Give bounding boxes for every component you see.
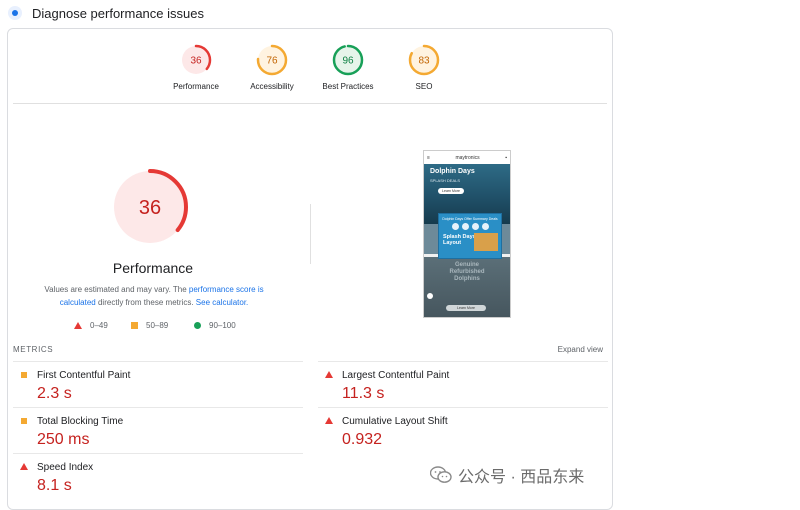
screenshot-topbar: ≡ maytronics ▪: [424, 151, 510, 164]
desc-text: Values are estimated and may vary. The: [44, 285, 189, 294]
see-calculator-link[interactable]: See calculator.: [196, 298, 248, 307]
metric-value: 2.3 s: [37, 385, 72, 402]
score-gauge-seo[interactable]: 83 SEO: [384, 44, 464, 91]
metric-speed-index: Speed Index 8.1 s: [13, 453, 303, 499]
circle-icon: [194, 322, 201, 329]
vertical-divider: [310, 204, 311, 264]
metric-name: Total Blocking Time: [37, 416, 124, 427]
score-label: Best Practices: [322, 82, 374, 91]
metric-value: 250 ms: [37, 431, 90, 448]
lighthouse-icon: [8, 6, 22, 20]
watermark-text: 公众号 · 西品东来: [458, 469, 585, 486]
cart-icon: ▪: [505, 154, 507, 161]
legend-poor: 0–49: [74, 321, 108, 330]
score-gauge-performance[interactable]: 36 Performance: [156, 44, 236, 91]
screenshot-bottom: Genuine Refurbished Dolphins Learn More: [424, 257, 510, 317]
score-gauge-accessibility[interactable]: 76 Accessibility: [232, 44, 312, 91]
report-card: 36 Performance 76 Accessibility 96 Best …: [7, 28, 613, 510]
gauge-ring: 96: [332, 44, 364, 76]
triangle-icon: [325, 417, 333, 424]
svg-text:96: 96: [342, 56, 354, 67]
performance-big-gauge: 36: [112, 169, 188, 245]
metric-total-blocking-time: Total Blocking Time 250 ms: [13, 407, 303, 453]
gauge-ring: 76: [256, 44, 288, 76]
bottom-text: Genuine Refurbished Dolphins: [449, 262, 485, 282]
divider: [13, 103, 607, 104]
wechat-icon: [430, 466, 452, 483]
metric-name: First Contentful Paint: [37, 370, 131, 381]
performance-heading: Performance: [112, 260, 194, 276]
menu-icon: ≡: [427, 154, 430, 161]
expand-view-toggle[interactable]: Expand view: [558, 345, 603, 354]
legend-label: 0–49: [90, 321, 108, 330]
svg-text:36: 36: [139, 197, 161, 219]
metric-value: 8.1 s: [37, 477, 72, 494]
score-gauge-best-practices[interactable]: 96 Best Practices: [308, 44, 388, 91]
triangle-icon: [325, 371, 333, 378]
score-label: Accessibility: [250, 82, 294, 91]
metrics-header: METRICS: [13, 345, 54, 354]
bottom-button: Learn More: [446, 305, 486, 311]
square-icon: [21, 418, 27, 424]
gauge-ring: 83: [408, 44, 440, 76]
score-label: SEO: [415, 82, 433, 91]
popup-image: [474, 233, 498, 251]
desc-text: directly from these metrics.: [95, 297, 196, 307]
metric-largest-contentful-paint: Largest Contentful Paint 11.3 s: [318, 361, 608, 407]
svg-text:83: 83: [418, 56, 430, 67]
page-header: Diagnose performance issues: [8, 3, 204, 23]
triangle-icon: [74, 322, 82, 329]
screenshot-popup: Dolphin Days Offer Summary Deals Splash …: [438, 213, 502, 259]
watermark: 公众号 · 西品东来: [430, 463, 584, 487]
legend-label: 90–100: [209, 321, 236, 330]
legend-label: 50–89: [146, 321, 169, 330]
square-icon: [21, 372, 27, 378]
metric-cumulative-layout-shift: Cumulative Layout Shift 0.932: [318, 407, 608, 453]
hero-title: Dolphin Days: [430, 168, 475, 175]
performance-description: Values are estimated and may vary. The p…: [36, 284, 272, 309]
metric-first-contentful-paint: First Contentful Paint 2.3 s: [13, 361, 303, 407]
score-label: Performance: [173, 82, 219, 91]
legend-good: 90–100: [194, 321, 236, 330]
page-title: Diagnose performance issues: [32, 5, 204, 21]
final-screenshot[interactable]: ≡ maytronics ▪ Dolphin Days SPLASH DEALS…: [423, 150, 511, 318]
popup-icons: [439, 223, 501, 230]
svg-text:76: 76: [266, 56, 278, 67]
screenshot-brand: maytronics: [455, 154, 480, 161]
legend-average: 50–89: [131, 321, 168, 330]
metric-value: 11.3 s: [342, 385, 385, 402]
metric-value: 0.932: [342, 431, 383, 448]
triangle-icon: [20, 463, 28, 470]
svg-text:36: 36: [190, 56, 202, 67]
gauge-ring: 36: [180, 44, 212, 76]
metric-name: Largest Contentful Paint: [342, 370, 450, 381]
metric-name: Speed Index: [37, 462, 94, 473]
hero-subtitle: SPLASH DEALS: [430, 178, 461, 183]
info-icon: [427, 293, 433, 299]
metric-name: Cumulative Layout Shift: [342, 416, 448, 427]
popup-title: Dolphin Days Offer Summary Deals: [442, 217, 498, 221]
square-icon: [131, 322, 138, 329]
hero-button: Learn More: [438, 188, 464, 194]
